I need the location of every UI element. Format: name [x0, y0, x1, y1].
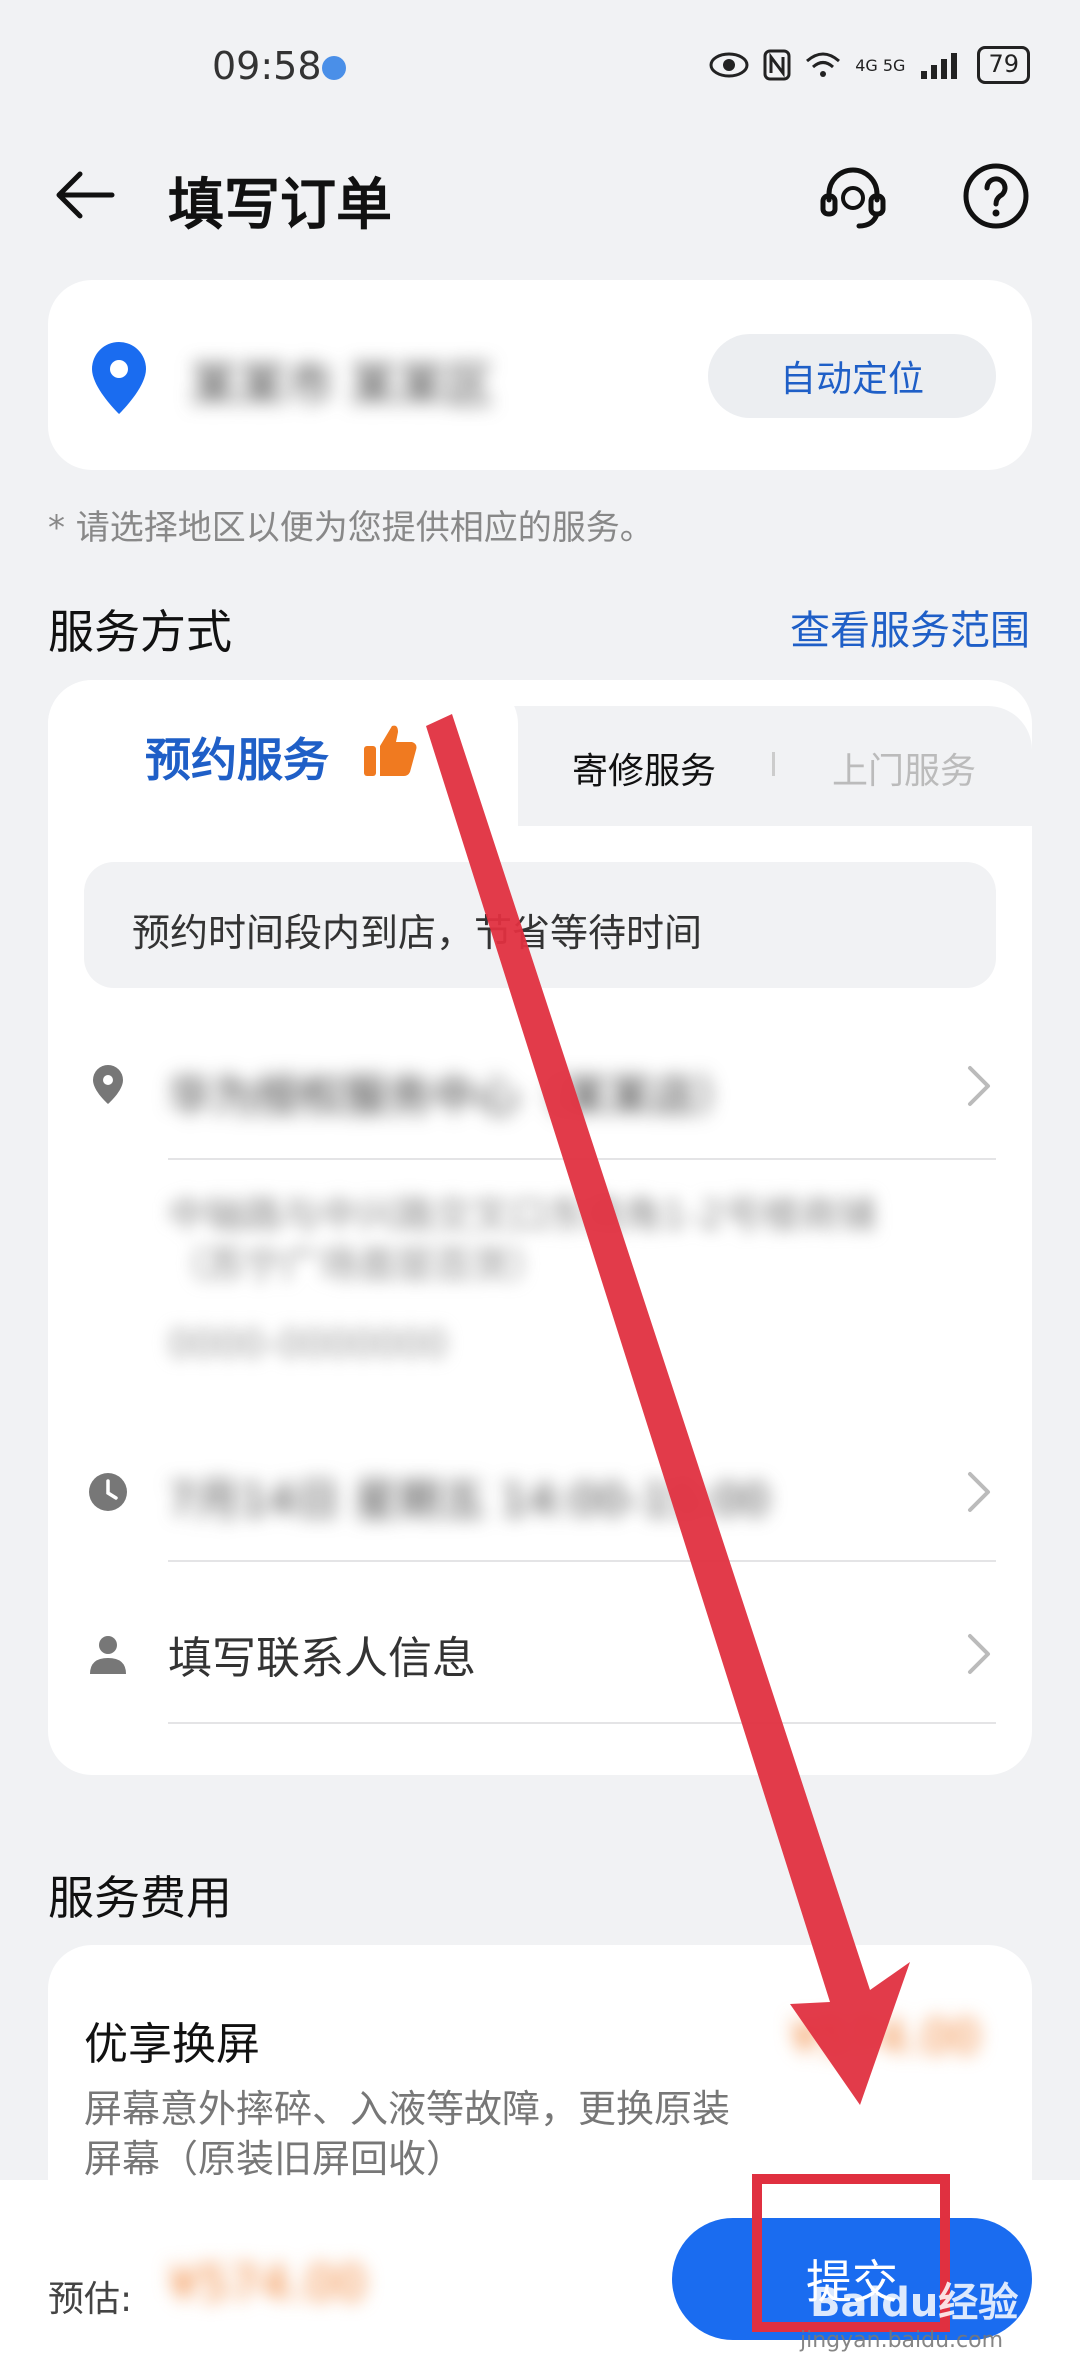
watermark: Baidu经验 [810, 2280, 1019, 2326]
arrow-left-icon[interactable] [50, 160, 120, 230]
page-title: 填写订单 [168, 173, 392, 238]
store-phone: 0000-0000000 [168, 1322, 448, 1366]
tab-mail-in[interactable]: 寄修服务 [572, 742, 716, 794]
view-service-range-link[interactable]: 查看服务范围 [790, 598, 1030, 656]
battery-indicator: 79 [977, 46, 1030, 84]
wifi-icon [806, 52, 841, 77]
fee-item-price: ¥574.00 [790, 2010, 981, 2064]
auto-locate-button[interactable]: 自动定位 [708, 334, 996, 418]
chevron-right-icon[interactable] [964, 1062, 994, 1110]
network-type-label: 4G 5G [855, 55, 906, 75]
status-time: 09:58 [212, 44, 322, 88]
estimate-price: ¥574.00 [168, 2256, 367, 2312]
divider [168, 1560, 996, 1562]
tab-separator [772, 752, 775, 776]
tab-appointment-label[interactable]: 预约服务 [145, 724, 329, 790]
location-pin-icon [92, 342, 146, 414]
service-fee-title: 服务费用 [48, 1871, 232, 1925]
location-note: * 请选择地区以便为您提供相应的服务。 [48, 508, 654, 548]
time-slot[interactable]: 7月14日 星期五 14:00-15:00 [168, 1464, 769, 1528]
thumbs-up-icon [364, 725, 417, 776]
fee-item-name: 优享换屏 [84, 2019, 260, 2070]
region-selector[interactable]: 某某市 某某区 [190, 345, 493, 415]
fee-item-description: 屏幕意外摔碎、入液等故障，更换原装屏幕（原装旧屏回收） [84, 2087, 731, 2181]
watermark-url: jingyan.baidu.com [800, 2328, 1004, 2353]
question-circle-icon[interactable] [962, 162, 1030, 230]
contact-info-row[interactable]: 填写联系人信息 [168, 1622, 476, 1686]
tip-text: 预约时间段内到店，节省等待时间 [132, 911, 703, 955]
chevron-right-icon[interactable] [964, 1468, 994, 1516]
store-location-icon [93, 1065, 123, 1104]
divider [168, 1722, 996, 1724]
nfc-icon [763, 49, 791, 81]
headset-icon[interactable] [815, 160, 891, 236]
status-icons: 4G 5G 79 [709, 46, 1030, 84]
store-name[interactable]: 华为授权服务中心（某某店） [168, 1060, 740, 1124]
store-address: 中轴路与中兴路交叉口东南角1-2号楼商铺（苏宁广场首层百货） [168, 1193, 877, 1287]
notification-dot-icon [322, 56, 346, 80]
service-method-title: 服务方式 [48, 605, 232, 659]
estimate-label: 预估: [48, 2279, 133, 2320]
tab-onsite[interactable]: 上门服务 [832, 742, 976, 794]
divider [168, 1158, 996, 1160]
person-icon [90, 1636, 126, 1674]
clock-icon [89, 1473, 127, 1511]
signal-icon [921, 53, 958, 79]
eye-icon [709, 52, 749, 78]
chevron-right-icon[interactable] [964, 1630, 994, 1678]
